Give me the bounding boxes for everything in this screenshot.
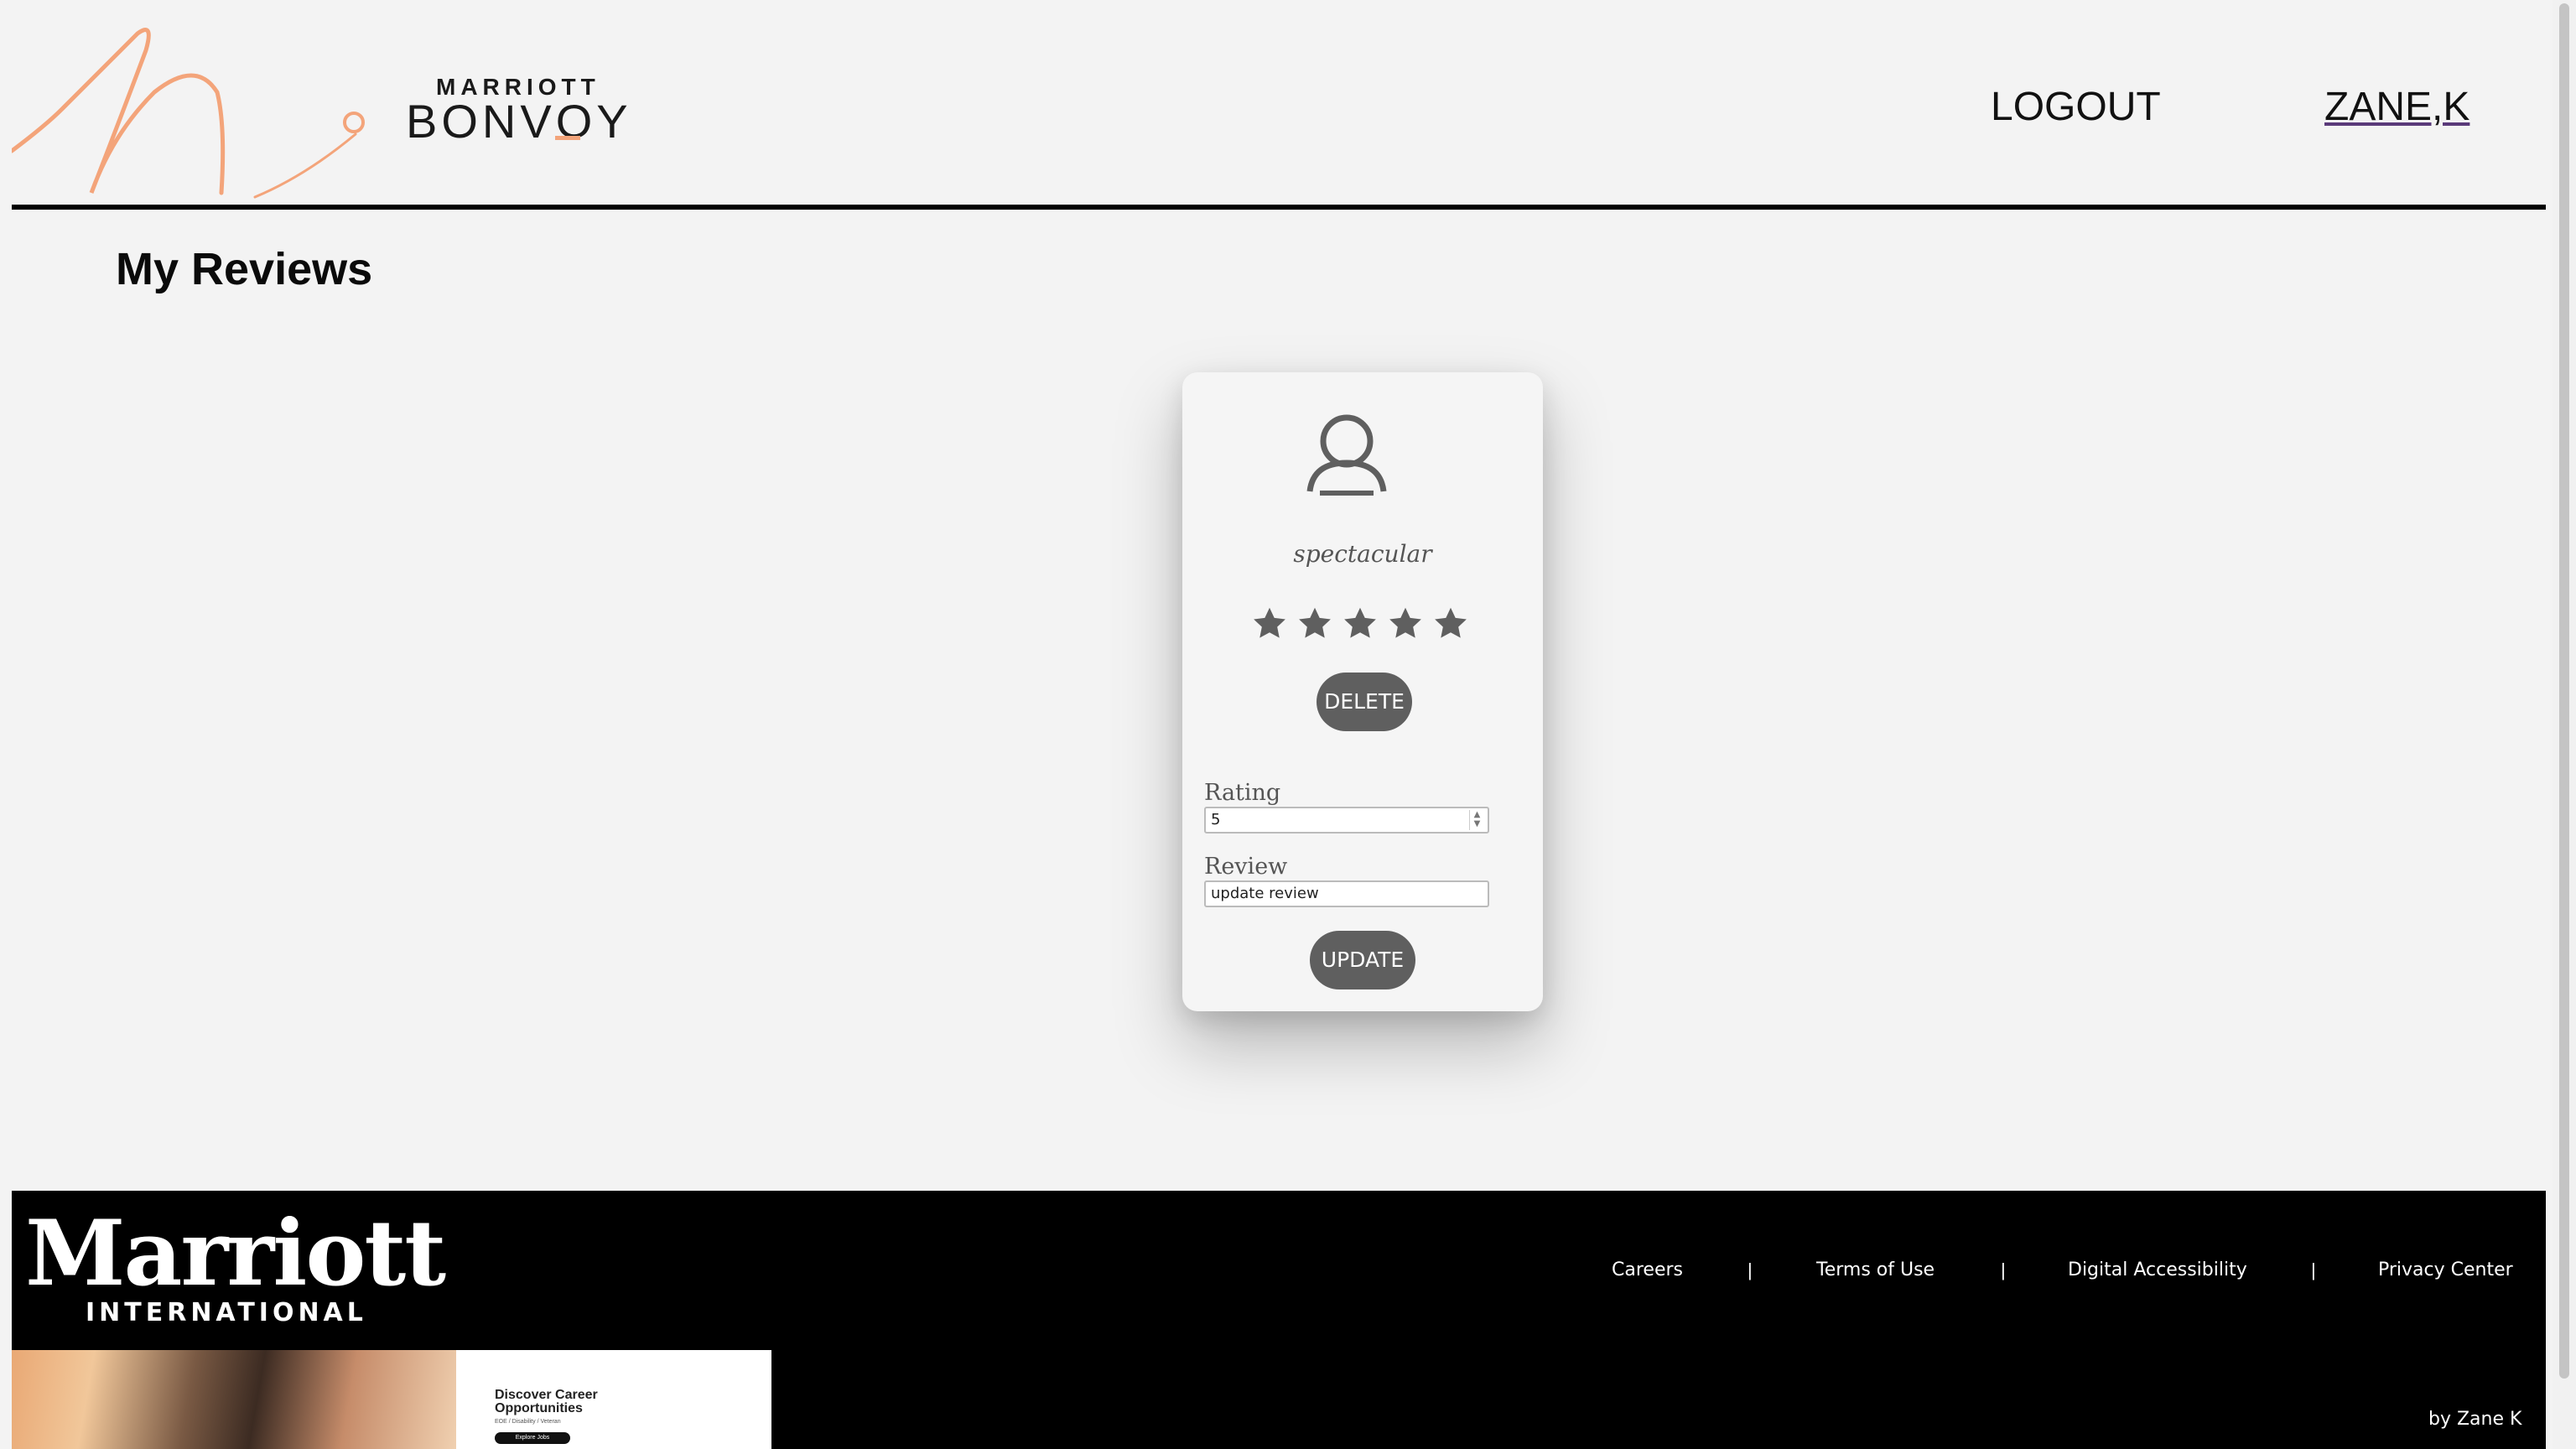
logout-link[interactable]: LOGOUT xyxy=(1991,84,2161,130)
footer-link-terms-of-use[interactable]: Terms of Use xyxy=(1816,1259,1935,1280)
brand-accent-bar xyxy=(555,136,580,140)
star-icon xyxy=(1254,607,1285,638)
ad-subtitle: EOE / Disability / Veteran xyxy=(495,1419,561,1425)
review-label: Review xyxy=(1204,854,1288,880)
user-avatar-icon xyxy=(1306,414,1387,496)
footer-separator: | xyxy=(2001,1259,2006,1280)
rating-value: 5 xyxy=(1211,811,1221,828)
ad-photo xyxy=(12,1350,456,1449)
footer-link-digital-accessibility[interactable]: Digital Accessibility xyxy=(2068,1259,2247,1280)
star-rating xyxy=(1251,605,1469,647)
marriott-wordmark: Marriott xyxy=(25,1201,446,1306)
star-icon xyxy=(1435,607,1467,638)
star-icon xyxy=(1389,607,1421,638)
site-header: MARRIOTT BONVOY LOGOUT ZANE,K xyxy=(12,0,2546,211)
page-title: My Reviews xyxy=(116,244,373,294)
vertical-scrollbar[interactable] xyxy=(2553,0,2576,1449)
ad-title: Discover Career Opportunities xyxy=(495,1388,598,1415)
footer-separator: | xyxy=(1748,1259,1753,1280)
user-profile-link[interactable]: ZANE,K xyxy=(2324,84,2470,130)
rating-label: Rating xyxy=(1204,780,1281,806)
byline: by Zane K xyxy=(2428,1409,2522,1430)
star-icon xyxy=(1344,607,1376,638)
delete-button[interactable]: DELETE xyxy=(1317,673,1412,731)
bonvoy-swirl-graphic xyxy=(12,28,365,199)
marriott-international-logo[interactable]: Marriott INTERNATIONAL xyxy=(25,1201,446,1327)
spinner-arrows-icon[interactable]: ▲ ▼ xyxy=(1469,810,1484,830)
header-divider xyxy=(12,205,2546,210)
review-card: spectacular DELETE Rating 5 ▲ ▼ Review up… xyxy=(1182,372,1543,1011)
rating-input[interactable]: 5 ▲ ▼ xyxy=(1204,807,1489,834)
review-input[interactable]: update review xyxy=(1204,880,1489,907)
review-value: update review xyxy=(1211,885,1319,902)
career-ad-banner[interactable]: Discover Career Opportunities EOE / Disa… xyxy=(12,1350,771,1449)
update-button[interactable]: UPDATE xyxy=(1310,931,1415,989)
marriott-bonvoy-logo[interactable]: MARRIOTT BONVOY xyxy=(396,70,639,154)
footer-separator: | xyxy=(2311,1259,2316,1280)
review-text: spectacular xyxy=(1293,540,1432,568)
footer-link-privacy-center[interactable]: Privacy Center xyxy=(2378,1259,2513,1280)
site-footer: Marriott INTERNATIONAL Careers | Terms o… xyxy=(12,1191,2546,1449)
explore-jobs-button[interactable]: Explore Jobs xyxy=(495,1432,570,1444)
brand-main-text: BONVOY xyxy=(406,95,632,148)
star-icon xyxy=(1299,607,1331,638)
footer-link-careers[interactable]: Careers xyxy=(1612,1259,1683,1280)
international-wordmark: INTERNATIONAL xyxy=(86,1298,367,1327)
scrollbar-thumb[interactable] xyxy=(2559,3,2569,1379)
